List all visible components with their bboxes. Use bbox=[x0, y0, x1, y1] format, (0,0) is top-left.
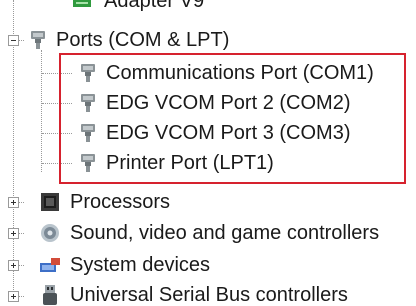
tree-item-system-devices[interactable]: System devices bbox=[38, 250, 210, 280]
device-manager-tree: Adapter V9 Ports (COM & LPT) Communicati… bbox=[0, 0, 416, 306]
tree-item-label: Universal Serial Bus controllers bbox=[70, 284, 348, 306]
tree-item-label: Sound, video and game controllers bbox=[70, 222, 380, 244]
tree-item-usb-controllers[interactable]: Universal Serial Bus controllers bbox=[38, 280, 348, 306]
tree-item-sound-video[interactable]: Sound, video and game controllers bbox=[38, 218, 379, 248]
port-connector-icon bbox=[31, 31, 45, 49]
tree-item-label: Processors bbox=[70, 191, 171, 213]
system-devices-icon bbox=[40, 258, 60, 272]
processor-chip-icon bbox=[41, 193, 59, 211]
network-adapter-icon bbox=[73, 0, 91, 7]
tree-connector-line bbox=[41, 50, 42, 172]
tree-item-label: Ports (COM & LPT) bbox=[56, 29, 230, 51]
collapse-toggle[interactable] bbox=[8, 35, 19, 46]
tree-item-network-adapter[interactable]: Adapter V9 bbox=[70, 0, 204, 16]
expand-toggle[interactable] bbox=[8, 260, 19, 271]
speaker-icon bbox=[41, 224, 59, 242]
highlight-box bbox=[59, 53, 406, 184]
tree-item-label: System devices bbox=[70, 254, 211, 276]
expand-toggle[interactable] bbox=[8, 197, 19, 208]
expand-toggle[interactable] bbox=[8, 291, 19, 302]
usb-plug-icon bbox=[43, 285, 57, 305]
tree-item-processors[interactable]: Processors bbox=[38, 187, 170, 217]
tree-item-label: Adapter V9 bbox=[104, 0, 205, 12]
expand-toggle[interactable] bbox=[8, 228, 19, 239]
tree-item-ports[interactable]: Ports (COM & LPT) bbox=[26, 25, 229, 55]
